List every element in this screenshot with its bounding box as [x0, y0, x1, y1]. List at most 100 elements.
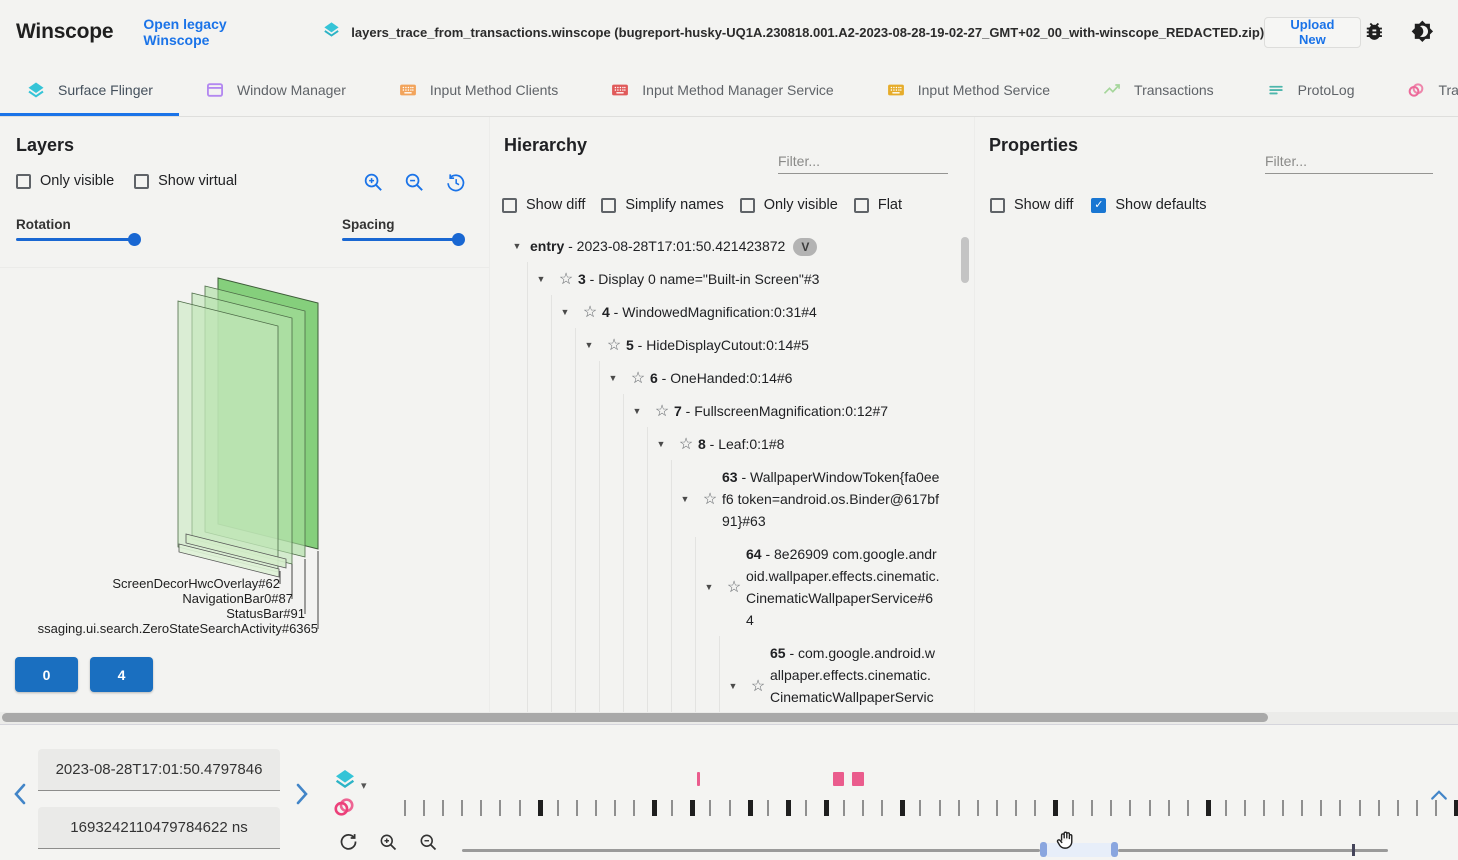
tree-scrollbar[interactable]: [961, 237, 969, 283]
star-icon[interactable]: ☆: [746, 676, 770, 696]
layers-3d-view[interactable]: ScreenDecorHwcOverlay#62 NavigationBar0#…: [0, 267, 489, 657]
tree-node[interactable]: ▼entry - 2023-08-28T17:01:50.421423872V: [504, 229, 940, 262]
collapse-arrow-icon[interactable]: ▼: [648, 439, 674, 449]
checkbox-only-visible[interactable]: Only visible: [740, 197, 838, 213]
rotation-slider[interactable]: [16, 238, 140, 241]
range-handle-left[interactable]: [1040, 842, 1047, 857]
star-icon[interactable]: ☆: [722, 577, 746, 597]
tree-node[interactable]: ▼☆64 - 8e26909 com.google.android.wallpa…: [504, 537, 940, 636]
properties-panel: Properties Show diff ✓Show defaults: [976, 117, 1458, 713]
timeline-zoom-out-icon[interactable]: [418, 832, 439, 858]
checkbox-show-virtual[interactable]: Show virtual: [134, 173, 237, 189]
tree-node[interactable]: ▼☆8 - Leaf:0:1#8: [504, 427, 940, 460]
spacing-slider-thumb[interactable]: [452, 233, 465, 246]
timeline-tick: [1072, 800, 1074, 816]
checkbox-box[interactable]: [134, 174, 149, 189]
range-selection[interactable]: [1047, 843, 1111, 857]
checkbox-simplify-names[interactable]: Simplify names: [601, 197, 723, 213]
timeline-tick: [824, 800, 829, 816]
range-handle-right[interactable]: [1111, 842, 1118, 857]
star-icon[interactable]: ☆: [554, 269, 578, 289]
properties-panel-title: Properties: [989, 135, 1078, 156]
transition-marker[interactable]: [852, 772, 864, 786]
checkbox-box[interactable]: [740, 198, 755, 213]
open-legacy-link[interactable]: Open legacy Winscope: [143, 16, 288, 48]
star-icon[interactable]: ☆: [674, 434, 698, 454]
previous-entry-button[interactable]: [10, 781, 32, 812]
tab-window-manager[interactable]: Window Manager: [179, 64, 372, 116]
collapse-arrow-icon[interactable]: ▼: [696, 582, 722, 592]
zoom-in-icon[interactable]: [362, 171, 385, 199]
checkbox-box[interactable]: [990, 198, 1005, 213]
tree-node[interactable]: ▼☆3 - Display 0 name="Built-in Screen"#3: [504, 262, 940, 295]
range-track[interactable]: [1118, 849, 1388, 852]
tree-node[interactable]: ▼☆6 - OneHanded:0:14#6: [504, 361, 940, 394]
tab-transitions[interactable]: Transitions: [1380, 64, 1458, 116]
upload-new-button[interactable]: Upload New: [1264, 17, 1360, 48]
tree-node[interactable]: ▼☆65 - com.google.android.wallpaper.effe…: [504, 636, 940, 713]
restore-view-icon[interactable]: [444, 171, 467, 199]
horizontal-scrollbar-thumb[interactable]: [2, 713, 1268, 722]
properties-filter-input[interactable]: [1265, 149, 1433, 174]
next-entry-button[interactable]: [290, 781, 312, 812]
zoom-out-icon[interactable]: [403, 171, 426, 199]
tree-node[interactable]: ▼☆7 - FullscreenMagnification:0:12#7: [504, 394, 940, 427]
collapse-arrow-icon[interactable]: ▼: [720, 681, 746, 691]
star-icon[interactable]: ☆: [626, 368, 650, 388]
tab-input-method-manager-service[interactable]: Input Method Manager Service: [584, 64, 859, 116]
checkbox-box[interactable]: [502, 198, 517, 213]
bug-report-icon[interactable]: [1363, 20, 1386, 44]
horizontal-scrollbar-track[interactable]: [0, 712, 1458, 724]
checkbox-only-visible[interactable]: Only visible: [16, 173, 114, 189]
tab-input-method-clients[interactable]: Input Method Clients: [372, 64, 584, 116]
checkbox-show-diff[interactable]: Show diff: [990, 197, 1073, 213]
checkbox-box[interactable]: [601, 198, 616, 213]
tab-input-method-service[interactable]: Input Method Service: [860, 64, 1076, 116]
star-icon[interactable]: ☆: [602, 335, 626, 355]
collapse-arrow-icon[interactable]: ▼: [576, 340, 602, 350]
collapse-arrow-icon[interactable]: ▼: [504, 241, 530, 251]
timeline-tick: [1129, 800, 1131, 816]
tree-node[interactable]: ▼☆63 - WallpaperWindowToken{fa0eef6 toke…: [504, 460, 940, 537]
tree-node[interactable]: ▼☆4 - WindowedMagnification:0:31#4: [504, 295, 940, 328]
timeline-zoom-in-icon[interactable]: [378, 832, 399, 858]
hierarchy-filter-input[interactable]: [778, 149, 948, 174]
refresh-icon[interactable]: [338, 831, 359, 857]
tab-surface-flinger[interactable]: Surface Flinger: [0, 64, 179, 116]
collapse-arrow-icon[interactable]: ▼: [624, 406, 650, 416]
timestamp-ns-input[interactable]: [38, 807, 280, 849]
dark-mode-icon[interactable]: [1411, 20, 1434, 44]
spacing-slider[interactable]: [342, 238, 464, 241]
collapse-arrow-icon[interactable]: ▼: [528, 274, 554, 284]
keyboard-icon: [398, 80, 418, 100]
tree-node[interactable]: ▼☆5 - HideDisplayCutout:0:14#5: [504, 328, 940, 361]
tab-label: Transactions: [1134, 82, 1214, 98]
tab-protolog[interactable]: ProtoLog: [1240, 64, 1381, 116]
checkbox-show-defaults[interactable]: ✓Show defaults: [1091, 197, 1206, 213]
display-button-0[interactable]: 0: [15, 657, 78, 692]
transition-marker[interactable]: [833, 772, 844, 786]
timeline-ticks[interactable]: [404, 799, 1458, 817]
checkbox-flat[interactable]: Flat: [854, 197, 902, 213]
collapse-arrow-icon[interactable]: ▼: [600, 373, 626, 383]
star-icon[interactable]: ☆: [578, 302, 602, 322]
collapse-arrow-icon[interactable]: ▼: [552, 307, 578, 317]
layers-panel-title: Layers: [16, 135, 74, 156]
range-track[interactable]: [462, 849, 1040, 852]
timestamp-input[interactable]: [38, 749, 280, 791]
checkbox-box[interactable]: [854, 198, 869, 213]
star-icon[interactable]: ☆: [698, 489, 722, 509]
layers-trace-icon[interactable]: [333, 767, 357, 791]
collapse-timeline-button[interactable]: [1428, 783, 1450, 814]
checkbox-box[interactable]: [16, 174, 31, 189]
transition-marker[interactable]: [697, 772, 700, 786]
tab-transactions[interactable]: Transactions: [1076, 64, 1240, 116]
transitions-trace-icon[interactable]: [331, 794, 357, 820]
checkbox-show-diff[interactable]: Show diff: [502, 197, 585, 213]
display-button-4[interactable]: 4: [90, 657, 153, 692]
collapse-arrow-icon[interactable]: ▼: [672, 494, 698, 504]
rotation-slider-thumb[interactable]: [128, 233, 141, 246]
trace-select-caret-icon[interactable]: ▾: [361, 779, 367, 792]
star-icon[interactable]: ☆: [650, 401, 674, 421]
checkbox-box[interactable]: ✓: [1091, 198, 1106, 213]
